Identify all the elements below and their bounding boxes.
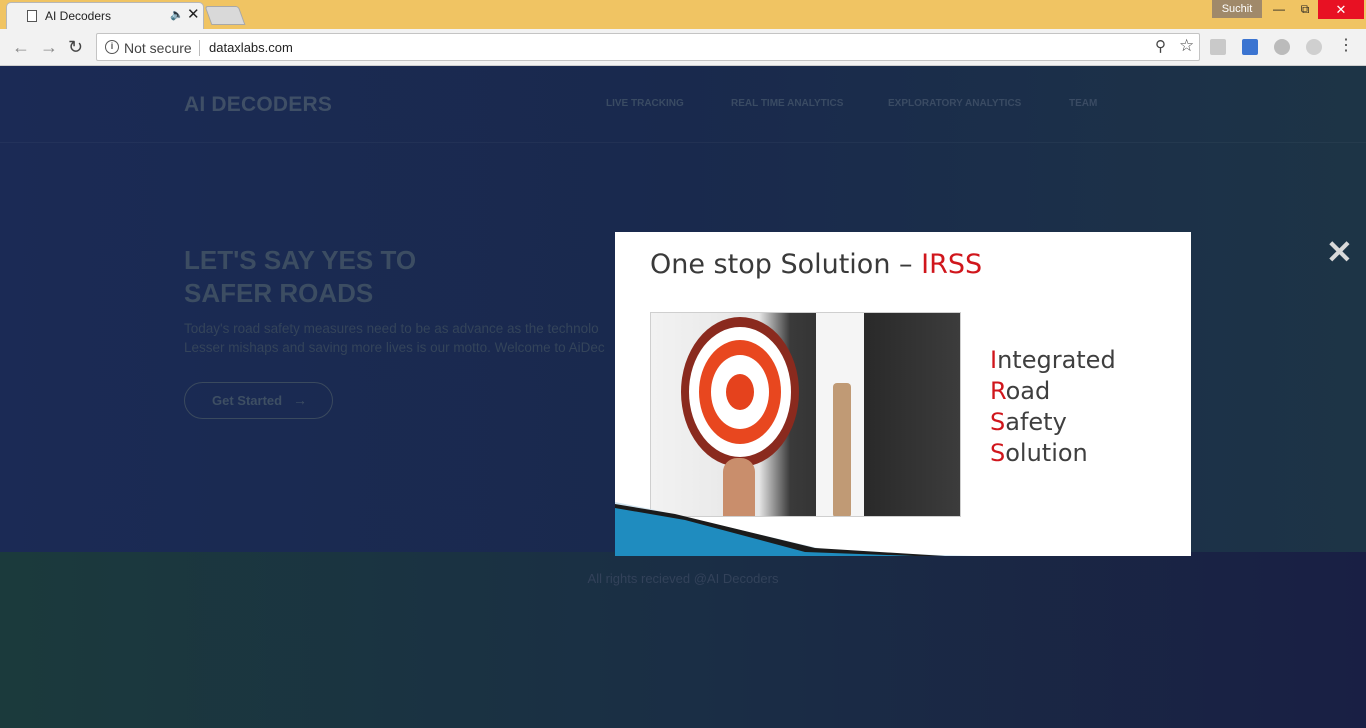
acronym-line: Solution	[990, 439, 1088, 467]
reader-extension-icon[interactable]	[1242, 39, 1258, 55]
site-navbar: AI DECODERS LIVE TRACKING REAL TIME ANAL…	[0, 66, 1366, 143]
gear-extension-icon[interactable]	[1306, 39, 1322, 55]
info-icon[interactable]: i	[105, 40, 119, 54]
page-icon	[27, 10, 37, 22]
get-started-label: Get Started	[212, 393, 283, 408]
tab-close-icon[interactable]: ✕	[187, 6, 200, 23]
omnibox-divider	[199, 40, 200, 56]
arrow-right-icon: →	[293, 392, 307, 408]
lightbox-title-main: One stop Solution –	[650, 249, 913, 280]
browser-tab[interactable]: AI Decoders 🔈 ✕	[6, 2, 204, 29]
speaker-icon[interactable]: 🔈	[170, 8, 184, 21]
browser-toolbar: ← → ↻ i Not secure dataxlabs.com ⚲ ☆ ⋮	[0, 29, 1366, 66]
tab-title: AI Decoders	[45, 9, 112, 23]
address-bar[interactable]: i Not secure dataxlabs.com ⚲ ☆	[96, 33, 1200, 61]
security-label[interactable]: Not secure	[124, 40, 192, 56]
hero-text-line2: Lesser mishaps and saving more lives is …	[184, 340, 605, 355]
site-footer: All rights recieved @AI Decoders	[0, 552, 1366, 728]
hero-text-line1: Today's road safety measures need to be …	[184, 321, 599, 336]
acronym-line: Safety	[990, 408, 1067, 436]
lightbox-title: One stop Solution – IRSS	[650, 249, 982, 280]
back-arrow-icon[interactable]: ←	[12, 37, 30, 57]
hero-heading-line1: LET'S SAY YES TO	[184, 245, 417, 275]
target-icon	[681, 317, 799, 467]
lightbox-image: One stop Solution – IRSS Integrated Road…	[615, 232, 1191, 556]
new-tab-button[interactable]	[204, 6, 246, 25]
forward-arrow-icon[interactable]: →	[40, 37, 58, 57]
pdf-extension-icon[interactable]	[1210, 39, 1226, 55]
zoom-icon[interactable]: ⚲	[1155, 37, 1166, 55]
target-photo	[650, 312, 961, 517]
restore-button[interactable]: ⧉	[1290, 0, 1320, 19]
hero-heading-line2: SAFER ROADS	[184, 278, 374, 308]
bookmark-star-icon[interactable]: ☆	[1179, 36, 1194, 56]
irss-acronym-list: Integrated Road Safety Solution	[990, 345, 1116, 469]
get-started-button[interactable]: Get Started →	[184, 382, 333, 419]
hero-heading: LET'S SAY YES TO SAFER ROADS	[184, 244, 604, 310]
acronym-line: Integrated	[990, 346, 1116, 374]
circle-extension-icon[interactable]	[1274, 39, 1290, 55]
hero-description: Today's road safety measures need to be …	[184, 319, 624, 357]
kebab-menu-icon[interactable]: ⋮	[1338, 36, 1354, 56]
nav-live-tracking[interactable]: LIVE TRACKING	[606, 98, 684, 109]
acronym-line: Road	[990, 377, 1051, 405]
nav-real-time-analytics[interactable]: REAL TIME ANALYTICS	[731, 98, 843, 109]
lightbox-close-icon[interactable]: ✕	[1326, 236, 1353, 268]
nav-exploratory-analytics[interactable]: EXPLORATORY ANALYTICS	[888, 98, 1021, 109]
reload-icon[interactable]: ↻	[68, 37, 83, 57]
lightbox-title-accent: IRSS	[921, 249, 983, 280]
tie-shape	[833, 383, 851, 516]
nav-team[interactable]: TEAM	[1069, 98, 1097, 109]
url-text[interactable]: dataxlabs.com	[209, 40, 293, 55]
footer-text: All rights recieved @AI Decoders	[587, 571, 779, 586]
profile-button[interactable]: Suchit	[1212, 0, 1262, 18]
close-window-button[interactable]: ✕	[1318, 0, 1364, 19]
decorative-swoosh	[615, 502, 975, 556]
browser-titlebar: AI Decoders 🔈 ✕ Suchit — ⧉ ✕	[0, 0, 1366, 29]
site-brand[interactable]: AI DECODERS	[184, 93, 332, 117]
